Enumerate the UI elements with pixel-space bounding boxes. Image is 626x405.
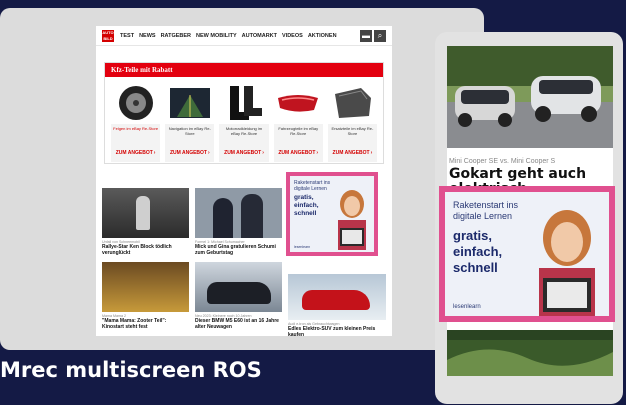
chevron-right-icon: › <box>262 150 264 156</box>
product-card[interactable]: Felgen im eBay Re-Store ZUM ANGEBOT › <box>111 82 161 162</box>
article-headline[interactable]: Rallye-Star Ken Block tödlich verunglück… <box>102 244 189 256</box>
mrec-ad-tablet[interactable]: Raketenstart ins digitale Lernen gratis,… <box>286 172 378 256</box>
nav-item-aktionen[interactable]: AKTIONEN <box>308 33 337 39</box>
chevron-right-icon: › <box>370 150 373 156</box>
product-cta[interactable]: ZUM ANGEBOT › <box>328 150 377 156</box>
product-caption: Fahrzeugteile im eBay Re-Store <box>278 126 319 136</box>
phone-frame: Mini Cooper SE vs. Mini Cooper S Gokart … <box>435 32 623 404</box>
product-caption: Navigation im eBay Re-Store <box>168 126 211 136</box>
article-hero-image <box>447 46 613 148</box>
slide-caption: Mrec multiscreen ROS <box>0 358 262 382</box>
article-image <box>102 262 189 312</box>
search-icon[interactable]: ⌕ <box>374 29 386 42</box>
article-card[interactable]: Audi e-tron als Gebrauchtwagen Edles Ele… <box>288 274 386 336</box>
nav-item-automarkt[interactable]: AUTOMARKT <box>242 33 277 39</box>
ad-line1: Raketenstart ins digitale Lernen <box>453 200 519 221</box>
article-card[interactable]: Formel 1: Michael Schumacher Mick und Gi… <box>195 188 282 256</box>
article-headline[interactable]: Dieser BMW M5 E60 ist an 16 Jahre alter … <box>195 318 282 330</box>
tablet-frame: AUTO BILD TEST NEWS RATGEBER NEW MOBILIT… <box>0 8 484 350</box>
nav-item-ratgeber[interactable]: RATGEBER <box>161 33 191 39</box>
product-cta[interactable]: ZUM ANGEBOT › <box>219 150 268 156</box>
promo-title: Kfz-Teile mit Rabatt <box>105 63 383 77</box>
product-caption: Ersatzteile im eBay Re-Store <box>331 126 374 136</box>
mrec-ad-phone[interactable]: Raketenstart ins digitale Lernen gratis,… <box>439 186 615 322</box>
article-kicker: Mini Cooper SE vs. Mini Cooper S <box>449 158 556 165</box>
article-card[interactable]: Neu 2023: Kleinere noch 10 Jahren Dieser… <box>195 262 282 330</box>
nav-item-news[interactable]: NEWS <box>139 33 156 39</box>
rim-image <box>111 82 161 124</box>
product-cta[interactable]: ZUM ANGEBOT › <box>111 150 160 156</box>
girl-with-tablet-image <box>539 210 595 316</box>
chevron-right-icon: › <box>316 150 319 156</box>
promo-box: Kfz-Teile mit Rabatt Felgen im eBay Re-S… <box>104 62 384 164</box>
ad-line2: gratis, einfach, schnell <box>453 228 503 275</box>
car-part-image <box>327 82 378 124</box>
ad-brand: lesenlearn <box>453 304 481 310</box>
article-card[interactable]: Mama Mama 2 "Mama Mama: Zooter Teil": Ki… <box>102 262 189 330</box>
product-card[interactable]: Fahrzeugteile im eBay Re-Store ZUM ANGEB… <box>273 82 323 162</box>
product-cta[interactable]: ZUM ANGEBOT › <box>165 150 214 156</box>
tablet-screen: AUTO BILD TEST NEWS RATGEBER NEW MOBILIT… <box>96 26 392 336</box>
article-headline[interactable]: Edles Elektro-SUV zum kleinen Preis kauf… <box>288 326 386 336</box>
product-list: Felgen im eBay Re-Store ZUM ANGEBOT › Na… <box>105 77 383 162</box>
taillight-image <box>273 82 323 124</box>
site-logo[interactable]: AUTO BILD <box>102 29 114 42</box>
top-navigation: AUTO BILD TEST NEWS RATGEBER NEW MOBILIT… <box>96 26 392 46</box>
product-cta[interactable]: ZUM ANGEBOT › <box>274 150 323 156</box>
product-card[interactable]: Ersatzteile im eBay Re-Store ZUM ANGEBOT… <box>327 82 378 162</box>
chevron-right-icon: › <box>153 150 156 156</box>
navigation-image <box>165 82 215 124</box>
car-icon[interactable]: ▬ <box>360 29 372 42</box>
nav-icons: ▬ ⌕ <box>360 29 386 42</box>
article-image <box>102 188 189 238</box>
boots-image <box>219 82 269 124</box>
product-caption: Felgen im eBay Re-Store <box>113 126 159 131</box>
product-caption: Motorradkleidung im eBay Re-Store <box>225 126 263 136</box>
article-headline[interactable]: Mick und Gina gratulieren Schumi zum Geb… <box>195 244 282 256</box>
girl-with-tablet-image <box>338 190 366 250</box>
product-card[interactable]: Navigation im eBay Re-Store ZUM ANGEBOT … <box>165 82 215 162</box>
nav-item-videos[interactable]: VIDEOS <box>282 33 303 39</box>
article-image <box>195 262 282 312</box>
article-headline[interactable]: "Mama Mama: Zooter Teil": Kinostart steh… <box>102 318 189 330</box>
nav-item-new-mobility[interactable]: NEW MOBILITY <box>196 33 237 39</box>
ad-brand: lesenlearn <box>294 245 311 249</box>
article-image <box>288 274 386 320</box>
article-card[interactable]: Unfall von Schneemobil Rallye-Star Ken B… <box>102 188 189 256</box>
chevron-right-icon: › <box>207 150 210 156</box>
nav-item-test[interactable]: TEST <box>120 33 134 39</box>
article-grid: Unfall von Schneemobil Rallye-Star Ken B… <box>102 188 282 336</box>
article-image <box>447 330 613 376</box>
product-card[interactable]: Motorradkleidung im eBay Re-Store ZUM AN… <box>219 82 269 162</box>
article-image <box>195 188 282 238</box>
